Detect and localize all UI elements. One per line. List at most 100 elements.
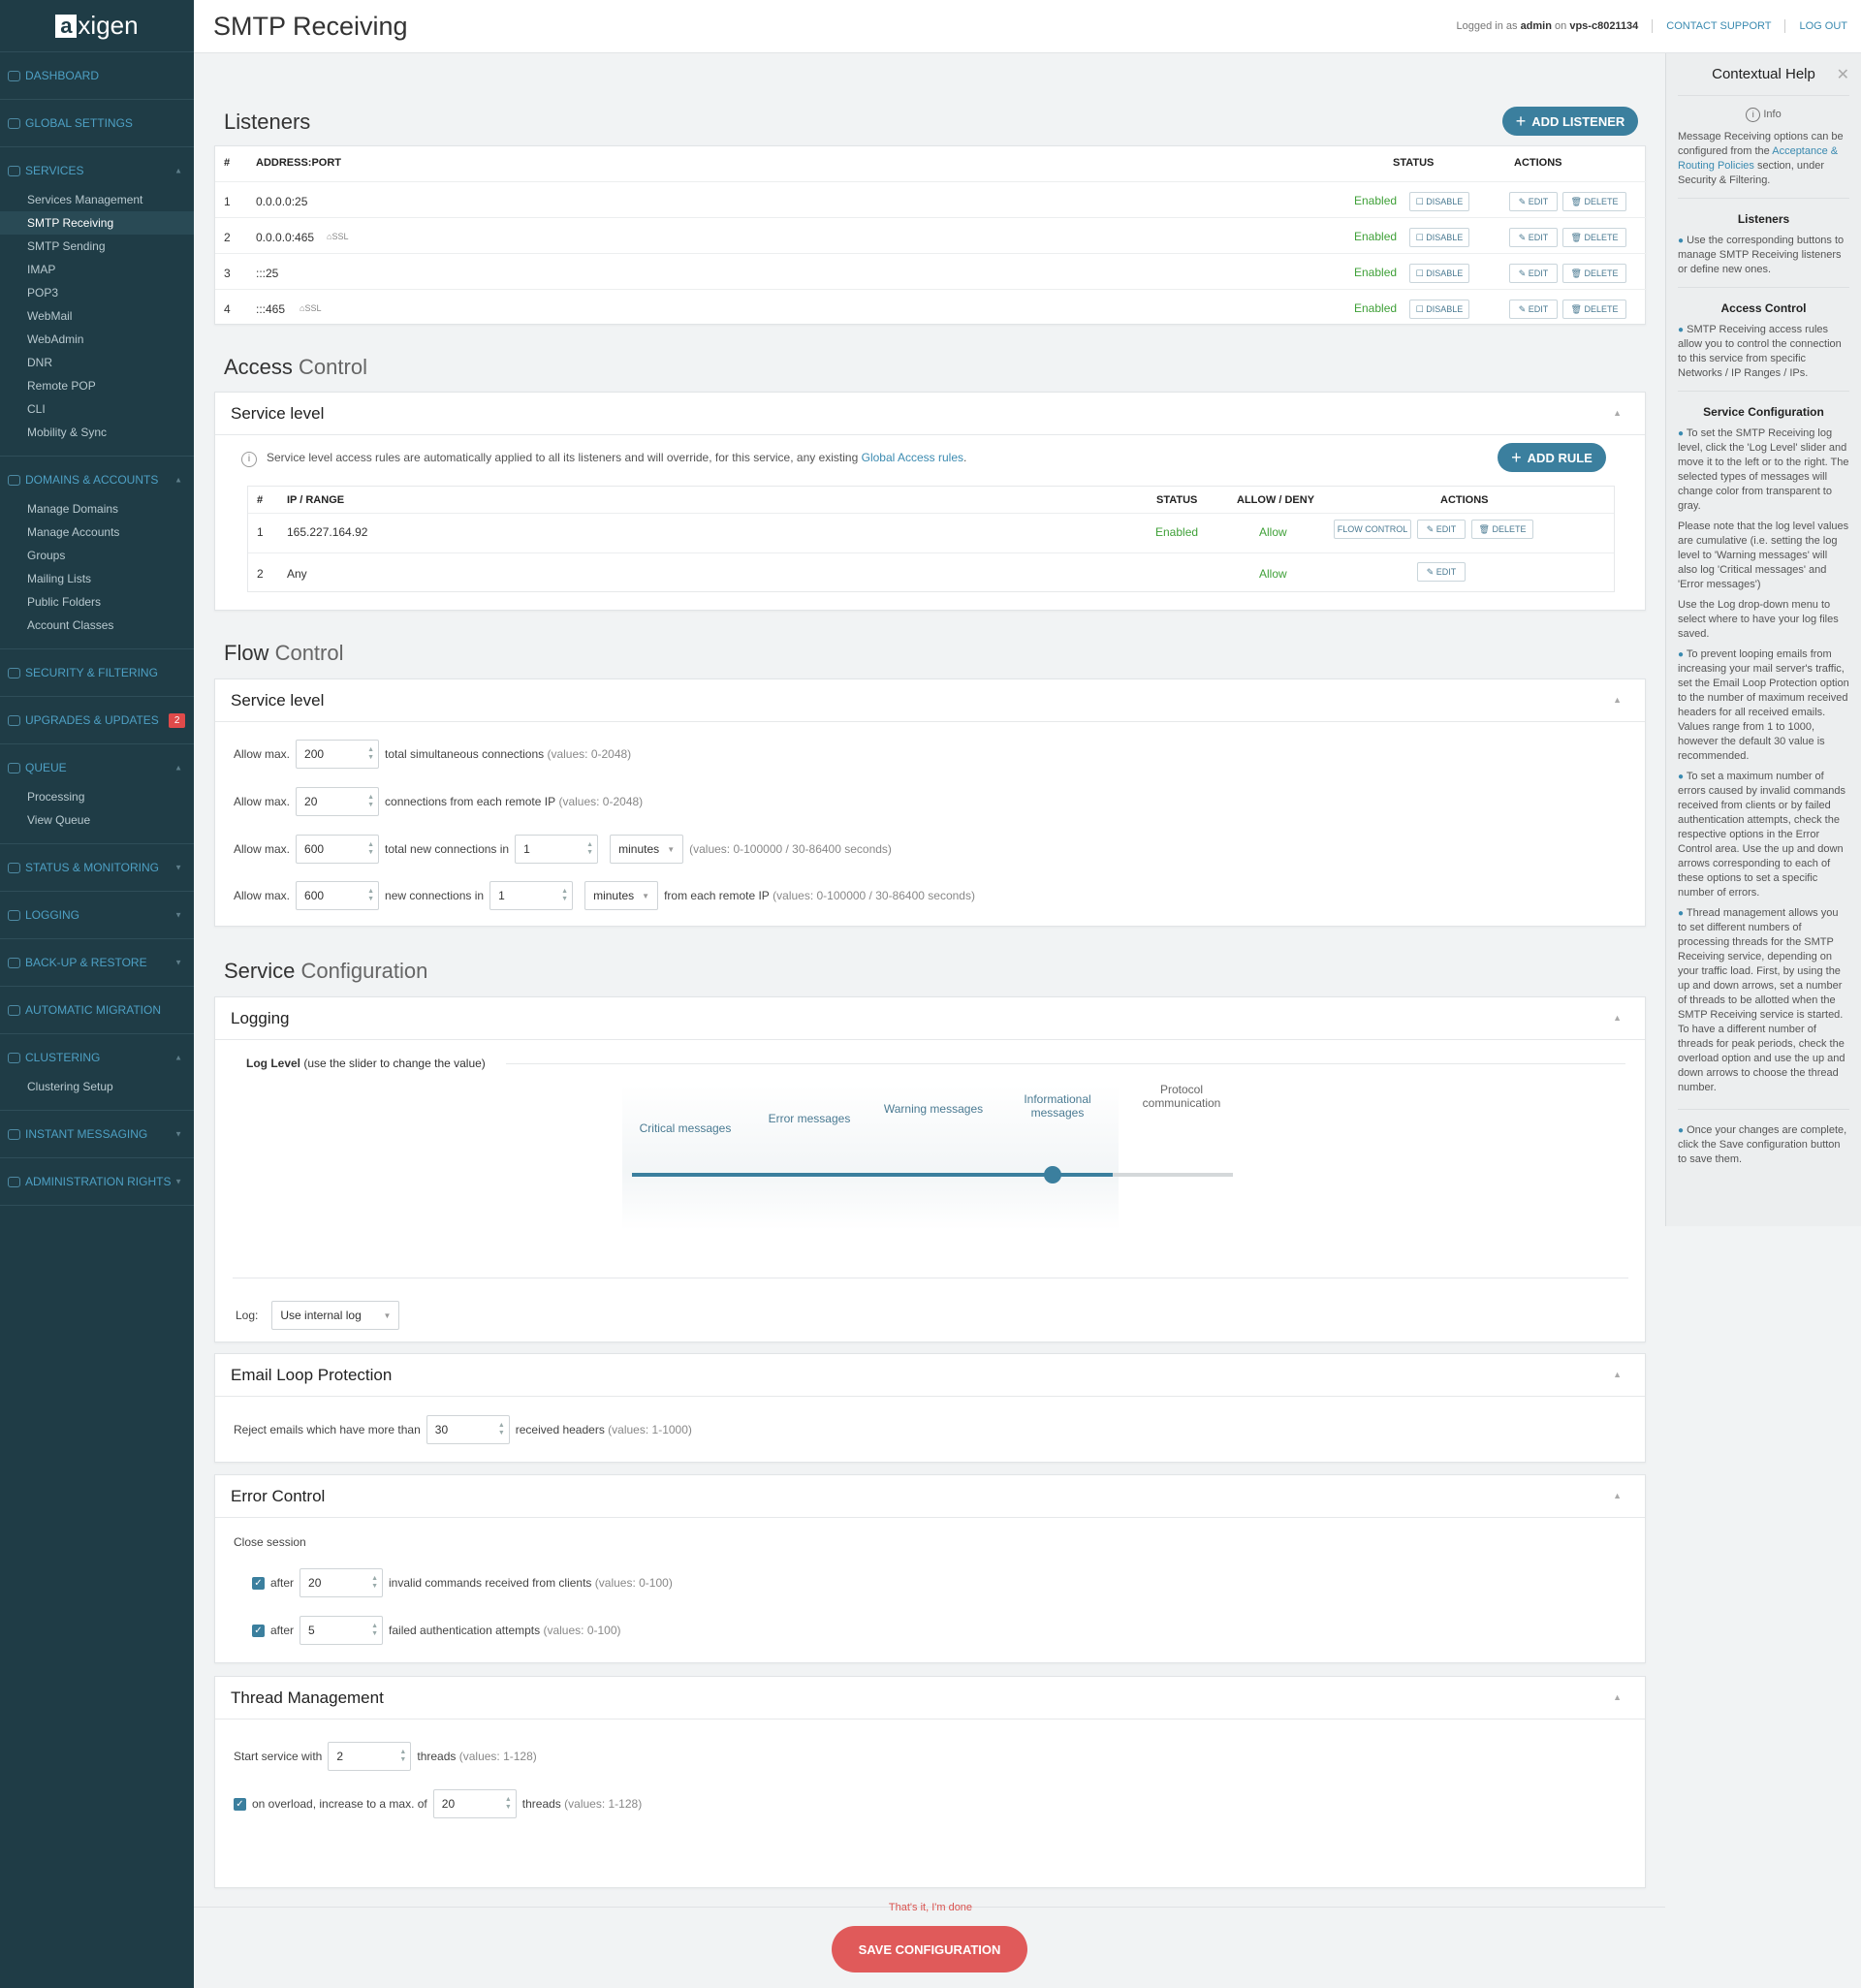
card-header[interactable]: Service level ▲	[215, 679, 1645, 722]
close-icon[interactable]: ✕	[1837, 65, 1849, 84]
axigen-logo[interactable]: a xigen	[0, 0, 194, 52]
chevron-up-icon[interactable]: ▲	[1613, 1370, 1622, 1379]
nav-status-monitoring[interactable]: STATUS & MONITORING ▼	[0, 844, 194, 891]
delete-button[interactable]: 🗑 DELETE	[1562, 264, 1626, 283]
max-received-headers-stepper[interactable]: 30 ▲ ▼	[426, 1415, 510, 1444]
chevron-up-icon[interactable]: ▲	[1613, 695, 1622, 705]
disable-button[interactable]: ☐ DISABLE	[1409, 264, 1469, 283]
stepper-arrows-icon[interactable]: ▲ ▼	[498, 1422, 505, 1437]
delete-button[interactable]: 🗑 DELETE	[1562, 192, 1626, 211]
nav-dashboard[interactable]: DASHBOARD	[0, 52, 194, 99]
sidebar-item-mailing-lists[interactable]: Mailing Lists	[0, 567, 194, 590]
nav-security-filtering[interactable]: SECURITY & FILTERING	[0, 649, 194, 696]
edit-button[interactable]: ✎ EDIT	[1417, 562, 1466, 582]
sidebar-item-smtp-receiving[interactable]: SMTP Receiving	[0, 211, 194, 235]
flow-control-button[interactable]: FLOW CONTROL	[1334, 520, 1411, 539]
nav-upgrades-updates[interactable]: UPGRADES & UPDATES 2	[0, 697, 194, 743]
nav-services[interactable]: SERVICES ▲	[0, 147, 194, 194]
card-header[interactable]: Email Loop Protection ▲	[215, 1354, 1645, 1397]
chevron-up-icon[interactable]: ▲	[1613, 1013, 1622, 1023]
chevron-up-icon[interactable]: ▲	[1613, 408, 1622, 418]
edit-button[interactable]: ✎ EDIT	[1509, 264, 1558, 283]
interval-unit-select[interactable]: minutes ▼	[610, 835, 684, 864]
level-warning[interactable]: Warning messages	[880, 1102, 987, 1116]
sidebar-item-manage-accounts[interactable]: Manage Accounts	[0, 521, 194, 544]
sidebar-item-smtp-sending[interactable]: SMTP Sending	[0, 235, 194, 258]
sidebar-item-dnr[interactable]: DNR	[0, 351, 194, 374]
interval-stepper[interactable]: 1 ▲ ▼	[489, 881, 574, 910]
level-error[interactable]: Error messages	[756, 1112, 863, 1125]
stepper-arrows-icon[interactable]: ▲ ▼	[399, 1749, 406, 1764]
edit-button[interactable]: ✎ EDIT	[1417, 520, 1466, 539]
delete-button[interactable]: 🗑 DELETE	[1562, 228, 1626, 247]
level-protocol[interactable]: Protocol communication	[1128, 1083, 1235, 1110]
stepper-arrows-icon[interactable]: ▲ ▼	[371, 1575, 378, 1591]
total-new-connections-stepper[interactable]: 600 ▲ ▼	[296, 835, 380, 864]
failed-auth-stepper[interactable]: 5 ▲ ▼	[300, 1616, 384, 1645]
sidebar-item-remote-pop[interactable]: Remote POP	[0, 374, 194, 397]
nav-administration-rights[interactable]: ADMINISTRATION RIGHTS ▼	[0, 1158, 194, 1205]
stepper-arrows-icon[interactable]: ▲ ▼	[586, 841, 593, 857]
level-critical[interactable]: Critical messages	[632, 1121, 739, 1135]
delete-button[interactable]: 🗑 DELETE	[1562, 300, 1626, 319]
add-rule-button[interactable]: + ADD RULE	[1498, 443, 1606, 472]
disable-button[interactable]: ☐ DISABLE	[1409, 300, 1469, 319]
sidebar-item-groups[interactable]: Groups	[0, 544, 194, 567]
invalid-commands-stepper[interactable]: 20 ▲ ▼	[300, 1568, 384, 1597]
max-connections-stepper[interactable]: 200 ▲ ▼	[296, 740, 380, 769]
card-header[interactable]: Thread Management ▲	[215, 1677, 1645, 1720]
card-header[interactable]: Service level ▲	[215, 393, 1645, 435]
global-access-rules-link[interactable]: Global Access rules	[862, 451, 963, 464]
failed-auth-checkbox[interactable]: ✓	[252, 1624, 265, 1637]
stepper-arrows-icon[interactable]: ▲ ▼	[561, 888, 568, 903]
sidebar-item-webadmin[interactable]: WebAdmin	[0, 328, 194, 351]
nav-instant-messaging[interactable]: INSTANT MESSAGING ▼	[0, 1111, 194, 1157]
save-configuration-button[interactable]: SAVE CONFIGURATION	[832, 1926, 1027, 1972]
interval-stepper[interactable]: 1 ▲ ▼	[515, 835, 599, 864]
stepper-arrows-icon[interactable]: ▲ ▼	[367, 794, 374, 809]
nav-domains-accounts[interactable]: DOMAINS & ACCOUNTS ▲	[0, 457, 194, 503]
new-connections-per-ip-stepper[interactable]: 600 ▲ ▼	[296, 881, 380, 910]
sidebar-item-mobility-sync[interactable]: Mobility & Sync	[0, 421, 194, 444]
sidebar-item-account-classes[interactable]: Account Classes	[0, 614, 194, 637]
start-threads-stepper[interactable]: 2 ▲ ▼	[328, 1742, 412, 1771]
nav-automatic-migration[interactable]: AUTOMATIC MIGRATION	[0, 987, 194, 1033]
interval-unit-select[interactable]: minutes ▼	[584, 881, 659, 910]
stepper-arrows-icon[interactable]: ▲ ▼	[371, 1623, 378, 1638]
add-listener-button[interactable]: + ADD LISTENER	[1502, 107, 1638, 136]
disable-button[interactable]: ☐ DISABLE	[1409, 192, 1469, 211]
chevron-up-icon[interactable]: ▲	[1613, 1692, 1622, 1702]
sidebar-item-pop3[interactable]: POP3	[0, 281, 194, 304]
stepper-arrows-icon[interactable]: ▲ ▼	[367, 841, 374, 857]
edit-button[interactable]: ✎ EDIT	[1509, 192, 1558, 211]
log-level-slider[interactable]: Critical messages Error messages Warning…	[622, 1083, 1243, 1240]
nav-queue[interactable]: QUEUE ▲	[0, 744, 194, 791]
edit-button[interactable]: ✎ EDIT	[1509, 228, 1558, 247]
delete-button[interactable]: 🗑 DELETE	[1471, 520, 1533, 539]
card-header[interactable]: Error Control ▲	[215, 1475, 1645, 1518]
nav-logging[interactable]: LOGGING ▼	[0, 892, 194, 938]
sidebar-item-view-queue[interactable]: View Queue	[0, 808, 194, 832]
log-target-select[interactable]: Use internal log ▼	[271, 1301, 400, 1330]
logout-link[interactable]: LOG OUT	[1799, 20, 1847, 32]
invalid-commands-checkbox[interactable]: ✓	[252, 1576, 265, 1590]
nav-backup-restore[interactable]: BACK-UP & RESTORE ▼	[0, 939, 194, 986]
chevron-up-icon[interactable]: ▲	[1613, 1491, 1622, 1500]
contact-support-link[interactable]: CONTACT SUPPORT	[1666, 20, 1771, 32]
nav-global-settings[interactable]: GLOBAL SETTINGS	[0, 100, 194, 146]
slider-thumb[interactable]	[1044, 1166, 1061, 1183]
level-informational[interactable]: Informational messages	[1004, 1092, 1111, 1120]
edit-button[interactable]: ✎ EDIT	[1509, 300, 1558, 319]
sidebar-item-webmail[interactable]: WebMail	[0, 304, 194, 328]
overload-checkbox[interactable]: ✓	[234, 1797, 246, 1811]
disable-button[interactable]: ☐ DISABLE	[1409, 228, 1469, 247]
stepper-arrows-icon[interactable]: ▲ ▼	[505, 1796, 512, 1812]
connections-per-ip-stepper[interactable]: 20 ▲ ▼	[296, 787, 380, 816]
max-threads-stepper[interactable]: 20 ▲ ▼	[432, 1789, 517, 1818]
sidebar-item-cli[interactable]: CLI	[0, 397, 194, 421]
stepper-arrows-icon[interactable]: ▲ ▼	[367, 888, 374, 903]
nav-clustering[interactable]: CLUSTERING ▲	[0, 1034, 194, 1081]
sidebar-item-imap[interactable]: IMAP	[0, 258, 194, 281]
stepper-arrows-icon[interactable]: ▲ ▼	[367, 746, 374, 762]
card-header[interactable]: Logging ▲	[215, 997, 1645, 1040]
